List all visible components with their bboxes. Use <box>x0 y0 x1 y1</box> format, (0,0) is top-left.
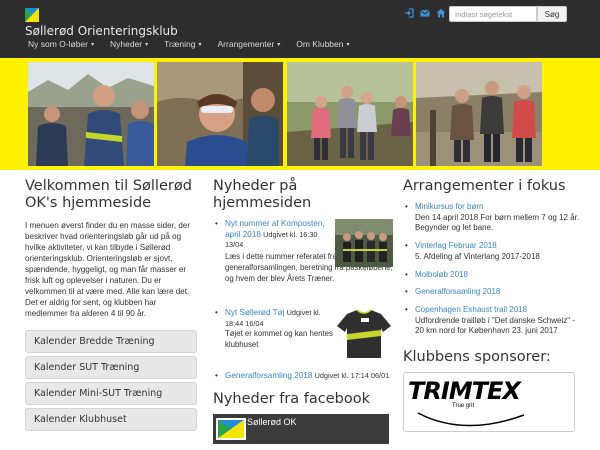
sponsor-title: Klubbens sponsorer: <box>403 349 551 366</box>
welcome-title: Velkommen til Søllerød OK's hjemmeside <box>25 178 192 211</box>
news-link[interactable]: Generalforsamling 2018 <box>225 371 312 380</box>
news-thumbnail[interactable] <box>335 219 393 267</box>
sponsor-banner[interactable]: TRIMTEX True grit <box>403 372 575 433</box>
search-input[interactable] <box>449 6 537 22</box>
utility-icons <box>404 8 446 18</box>
calendar-button-mini-sut[interactable]: Kalender Mini-SUT Træning <box>25 382 197 405</box>
news-title: Nyheder på hjemmesiden <box>213 178 312 211</box>
chevron-down-icon: ▾ <box>90 42 94 48</box>
nav-item-traening[interactable]: Træning ▾ <box>164 39 201 49</box>
events-list: • Minikursus for børn Den 14 april 2018 … <box>403 202 583 337</box>
login-icon[interactable] <box>404 8 414 18</box>
event-item: • Minikursus for børn Den 14 april 2018 … <box>403 202 583 234</box>
welcome-column: Velkommen til Søllerød OK's hjemmeside I… <box>25 178 197 431</box>
envelope-icon[interactable] <box>420 8 430 18</box>
news-meta: Udgivet kl. 17:14 06/01 <box>314 371 390 380</box>
calendar-links: Kalender Bredde Træning Kalender SUT Træ… <box>25 330 197 431</box>
chevron-down-icon: ▾ <box>277 42 281 48</box>
hero-photo-3 <box>287 62 413 166</box>
event-item: • Molboløb 2018 <box>403 270 583 281</box>
event-item: • Generalforsamling 2018 <box>403 287 583 298</box>
event-link[interactable]: Copenhagen Exhaust trail 2018 <box>415 305 583 316</box>
club-logo <box>216 417 246 440</box>
calendar-button-klubhuset[interactable]: Kalender Klubhuset <box>25 408 197 431</box>
news-item: • Nyt nummer af Komposten, april 2018 Ud… <box>215 219 393 283</box>
search-button[interactable]: Søg <box>537 6 567 22</box>
nav-item-nyheder[interactable]: Nyheder ▾ <box>110 39 148 49</box>
news-list: • Nyt nummer af Komposten, april 2018 Ud… <box>213 219 393 382</box>
event-text: 5. Afdeling af Vinterlang 2017-2018 <box>415 251 540 261</box>
facebook-widget[interactable]: Søllerød OK <box>213 413 389 444</box>
event-link[interactable]: Minikursus for børn <box>415 202 583 213</box>
news-text: Tøjet er kommet og kan hentes i klubhuse… <box>225 329 337 350</box>
news-item: • Nyt Søllerød Tøj Udgivet kl. 18:44 16/… <box>213 308 393 362</box>
nav-item-om-klubben[interactable]: Om Klubben ▾ <box>296 39 349 49</box>
chevron-down-icon: ▾ <box>145 42 149 48</box>
sponsor-logo: TRIMTEX <box>408 377 521 406</box>
nav-item-ny-som-o-loeber[interactable]: Ny som O-løber ▾ <box>28 39 94 49</box>
facebook-page-name[interactable]: Søllerød OK <box>247 417 297 427</box>
event-text: Den 14 april 2018 For børn mellem 7 og 1… <box>415 212 580 233</box>
main-menu: Ny som O-løber ▾ Nyheder ▾ Træning ▾ Arrang… <box>28 39 366 49</box>
events-title: Arrangementer i fokus <box>403 178 566 194</box>
news-column: Nyheder på hjemmesiden • Nyt nummer af K… <box>213 178 393 444</box>
hero-banner <box>0 58 600 170</box>
home-icon[interactable] <box>436 8 446 18</box>
site-title[interactable]: Søllerød Orienteringsklub <box>25 24 178 38</box>
news-item: • Generalforsamling 2018 Udgivet kl. 17:… <box>215 371 390 380</box>
nav-item-arrangementer[interactable]: Arrangementer ▾ <box>218 39 281 49</box>
calendar-button-sut[interactable]: Kalender SUT Træning <box>25 356 197 379</box>
hero-photo-4 <box>416 62 542 166</box>
event-link[interactable]: Molboløb 2018 <box>415 270 583 281</box>
event-link[interactable]: Vinterlag Februar 2018 <box>415 241 583 252</box>
club-logo[interactable] <box>25 8 39 22</box>
top-navbar: Søllerød Orienteringsklub Ny som O-løber… <box>0 0 600 58</box>
welcome-text: I menuen øverst finder du en masse sider… <box>25 221 191 318</box>
facebook-title: Nyheder fra facebook <box>213 390 371 407</box>
event-item: • Copenhagen Exhaust trail 2018 Udfordre… <box>403 305 583 337</box>
event-item: • Vinterlag Februar 2018 5. Afdeling af … <box>403 241 583 262</box>
hero-photo-2 <box>157 62 283 166</box>
hero-photo-1 <box>28 62 154 166</box>
news-link[interactable]: Nyt Søllerød Tøj <box>225 308 284 317</box>
chevron-down-icon: ▾ <box>198 42 202 48</box>
news-thumbnail[interactable] <box>335 308 393 360</box>
sponsor-swoosh <box>417 412 525 427</box>
calendar-button-bredde[interactable]: Kalender Bredde Træning <box>25 330 197 353</box>
chevron-down-icon: ▾ <box>346 42 350 48</box>
event-text: Udfordrende trailløb i "Det danske Schwe… <box>415 315 575 336</box>
event-link[interactable]: Generalforsamling 2018 <box>415 287 583 298</box>
events-column: Arrangementer i fokus • Minikursus for b… <box>403 178 583 433</box>
